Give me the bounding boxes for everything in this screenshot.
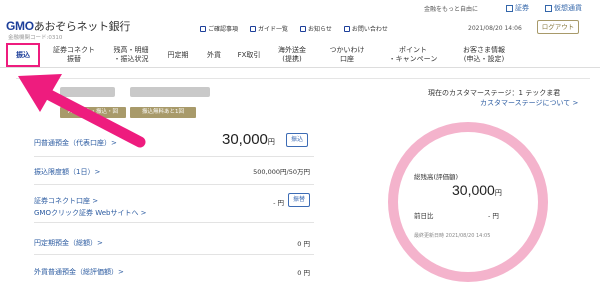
login-datetime: 2021/08/20 14:06 <box>468 25 522 32</box>
logout-button[interactable]: ログアウト <box>537 20 579 34</box>
check-icon <box>200 25 206 32</box>
coin-icon <box>545 4 552 12</box>
nav-points[interactable]: ポイント ・キャンペーン <box>382 42 444 68</box>
header-links: ご確認事項 ガイド一覧 お知らせ お問い合わせ <box>200 24 388 33</box>
transfer-limit-value: 500,000円/50万円 <box>253 168 310 176</box>
contact-link[interactable]: お問い合わせ <box>343 24 388 33</box>
divider <box>34 254 314 255</box>
chart-icon <box>506 4 513 12</box>
tagline: 金融をもっと自由に <box>424 6 479 13</box>
total-balance-ring <box>388 122 548 282</box>
nav-fx-deposit[interactable]: 外貨 <box>200 42 228 68</box>
time-deposit-link[interactable]: 円定期預金（総額）> <box>34 238 103 248</box>
customer-stage: 現在のカスタマーステージ：1 テックま君 <box>428 89 561 97</box>
book-icon <box>250 25 257 32</box>
guide-link[interactable]: ガイド一覧 <box>250 24 288 33</box>
fx-deposit-value: 0 円 <box>297 269 310 277</box>
currency-link[interactable]: 仮想通貨 <box>545 3 582 13</box>
divider <box>34 222 314 223</box>
divider <box>34 184 314 185</box>
nav-customer-info[interactable]: お客さま情報 (申込・設定) <box>452 42 516 68</box>
bank-code: 金融機関コード:0310 <box>8 35 63 41</box>
fx-deposit-link[interactable]: 外貨普通預金（総評価額）> <box>34 267 124 277</box>
yen-deposit-value: 30,000円 <box>222 131 275 148</box>
day-change-label: 前日比 <box>414 212 434 220</box>
news-link[interactable]: お知らせ <box>300 24 332 33</box>
transfer-limit-link[interactable]: 振込限度額（1日）> <box>34 167 100 177</box>
total-balance-value: 30,000円 <box>452 182 502 198</box>
nav-time-deposit[interactable]: 円定期 <box>160 42 196 68</box>
click-sec-link[interactable]: GMOクリック証券 Webサイトへ > <box>34 208 147 218</box>
transfer-button[interactable]: 振込 <box>286 133 308 147</box>
confirm-link[interactable]: ご確認事項 <box>200 24 238 33</box>
swap-button[interactable]: 振替 <box>288 193 310 207</box>
utility-bar: 金融をもっと自由に 証券 仮想通貨 <box>0 0 600 16</box>
connect-link[interactable]: 証券コネクト口座 > <box>34 196 98 206</box>
securities-link[interactable]: 証券 <box>506 3 529 13</box>
customer-stage-link[interactable]: カスタマーステージについて > <box>480 98 578 108</box>
pointer-arrow-icon <box>18 74 146 148</box>
time-deposit-value: 0 円 <box>297 240 310 248</box>
nav-sub-accounts[interactable]: つかいわけ 口座 <box>322 42 372 68</box>
nav-overseas[interactable]: 海外送金 (提携) <box>272 42 312 68</box>
total-balance-label: 総残高(評価額) <box>414 173 459 181</box>
bell-icon <box>300 25 307 32</box>
mail-icon <box>343 25 350 32</box>
connect-value: - 円 <box>273 199 284 207</box>
logo[interactable]: GMOあおぞらネット銀行 <box>6 18 130 34</box>
day-change-value: - 円 <box>488 212 499 220</box>
nav-fx-trade[interactable]: FX取引 <box>232 42 266 68</box>
last-updated: 最終更新日時 2021/08/20 14:05 <box>414 233 491 239</box>
